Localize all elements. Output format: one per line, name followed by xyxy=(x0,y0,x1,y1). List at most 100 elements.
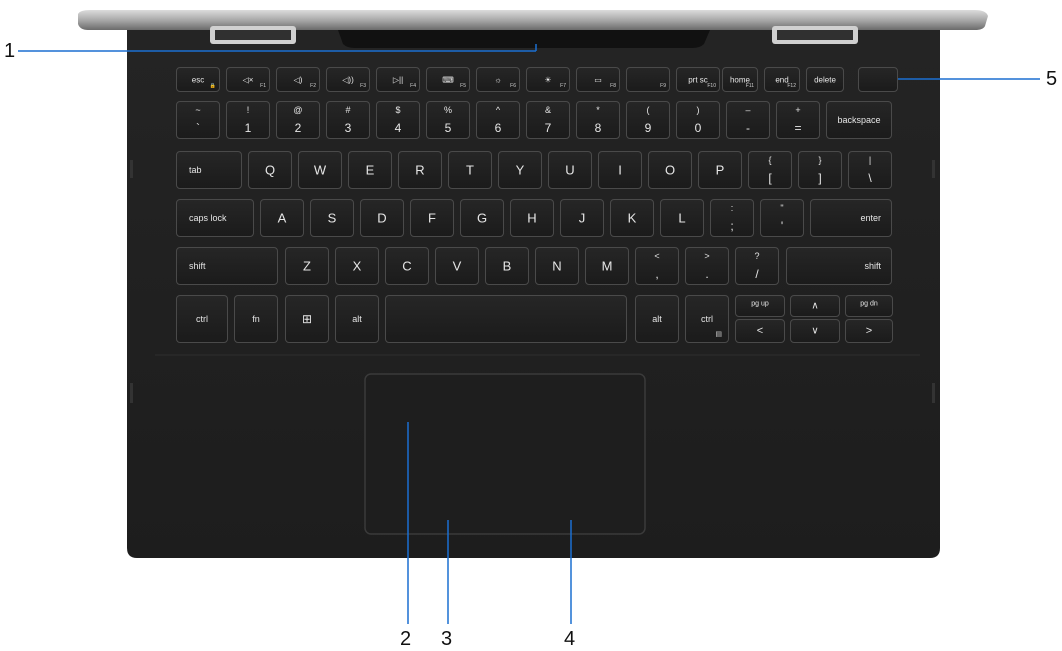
key-q[interactable]: Q xyxy=(248,151,292,189)
key-up[interactable]: ∧ xyxy=(790,295,840,317)
power-button[interactable] xyxy=(858,67,898,92)
key-j[interactable]: J xyxy=(560,199,604,237)
key-p[interactable]: P xyxy=(698,151,742,189)
key-tab[interactable]: tab xyxy=(176,151,242,189)
key-rctrl-label: ctrl xyxy=(701,314,713,324)
key-end[interactable]: end F12 xyxy=(764,67,800,92)
key-rbracket[interactable]: }] xyxy=(798,151,842,189)
key-o[interactable]: O xyxy=(648,151,692,189)
key-f[interactable]: F xyxy=(410,199,454,237)
key-enter[interactable]: enter xyxy=(810,199,892,237)
key-n[interactable]: N xyxy=(535,247,579,285)
key-tilde[interactable]: ~ ` xyxy=(176,101,220,139)
key-n0[interactable]: ) 0 xyxy=(676,101,720,139)
key-rctrl[interactable]: ctrl ▤ xyxy=(685,295,729,343)
key-b[interactable]: B xyxy=(485,247,529,285)
key-n8[interactable]: * 8 xyxy=(576,101,620,139)
key-m[interactable]: M xyxy=(585,247,629,285)
key-n2-bot: 2 xyxy=(294,121,302,135)
key-t-label: T xyxy=(466,162,474,178)
key-f7[interactable]: ☀ F7 xyxy=(526,67,570,92)
key-lbracket[interactable]: {[ xyxy=(748,151,792,189)
left-hinge-slot xyxy=(215,30,291,40)
key-e[interactable]: E xyxy=(348,151,392,189)
key-f4-label: F4 xyxy=(410,83,416,89)
key-h[interactable]: H xyxy=(510,199,554,237)
key-x[interactable]: X xyxy=(335,247,379,285)
key-r[interactable]: R xyxy=(398,151,442,189)
key-backspace[interactable]: backspace xyxy=(826,101,892,139)
key-f8[interactable]: ▭ F8 xyxy=(576,67,620,92)
key-left[interactable]: < xyxy=(735,319,785,343)
key-m-label: M xyxy=(601,258,613,274)
key-n1[interactable]: ! 1 xyxy=(226,101,270,139)
key-f4[interactable]: ▷|| F4 xyxy=(376,67,420,92)
key-delete[interactable]: delete xyxy=(806,67,844,92)
key-pgdn[interactable]: pg dn xyxy=(845,295,893,317)
key-lshift[interactable]: shift xyxy=(176,247,278,285)
key-n7[interactable]: & 7 xyxy=(526,101,570,139)
key-ralt-label: alt xyxy=(652,314,662,324)
key-v-label: V xyxy=(452,258,462,274)
key-u[interactable]: U xyxy=(548,151,592,189)
key-t[interactable]: T xyxy=(448,151,492,189)
key-f6[interactable]: ☼ F6 xyxy=(476,67,520,92)
key-rshift[interactable]: shift xyxy=(786,247,892,285)
key-k[interactable]: K xyxy=(610,199,654,237)
key-period[interactable]: >. xyxy=(685,247,729,285)
key-n6[interactable]: ^ 6 xyxy=(476,101,520,139)
key-fn[interactable]: fn xyxy=(234,295,278,343)
right-hinge-slot xyxy=(777,30,853,40)
context-menu-icon: ▤ xyxy=(715,331,722,338)
key-right[interactable]: > xyxy=(845,319,893,343)
key-c[interactable]: C xyxy=(385,247,429,285)
key-minus[interactable]: – - xyxy=(726,101,770,139)
key-g[interactable]: G xyxy=(460,199,504,237)
key-s[interactable]: S xyxy=(310,199,354,237)
key-n4-bot: 4 xyxy=(394,121,402,135)
key-n6-top: ^ xyxy=(495,105,501,115)
key-n9[interactable]: (9 xyxy=(626,101,670,139)
key-down[interactable]: ∨ xyxy=(790,319,840,343)
key-f9[interactable]: F9 xyxy=(626,67,670,92)
key-v[interactable]: V xyxy=(435,247,479,285)
key-l[interactable]: L xyxy=(660,199,704,237)
key-prtsc[interactable]: prt sc F10 xyxy=(676,67,720,92)
key-slash[interactable]: ? / xyxy=(735,247,779,285)
callout-1: 1 xyxy=(4,40,16,62)
key-i[interactable]: I xyxy=(598,151,642,189)
key-f3[interactable]: ◁)) F3 xyxy=(326,67,370,92)
key-d[interactable]: D xyxy=(360,199,404,237)
key-eq[interactable]: + = xyxy=(776,101,820,139)
key-f-label: F xyxy=(428,210,436,226)
key-n4-top: $ xyxy=(395,105,401,115)
key-a[interactable]: A xyxy=(260,199,304,237)
key-f5[interactable]: ⌨ F5 xyxy=(426,67,470,92)
key-lalt[interactable]: alt xyxy=(335,295,379,343)
key-f1[interactable]: ◁× F1 xyxy=(226,67,270,92)
key-space[interactable] xyxy=(385,295,627,343)
key-i-label: I xyxy=(618,162,622,178)
key-comma[interactable]: <, xyxy=(635,247,679,285)
key-z[interactable]: Z xyxy=(285,247,329,285)
key-backslash[interactable]: | \ xyxy=(848,151,892,189)
key-esc[interactable]: esc 🔒 xyxy=(176,67,220,92)
key-fn-label: fn xyxy=(252,314,260,324)
key-n3[interactable]: #3 xyxy=(326,101,370,139)
key-x-label: X xyxy=(352,258,362,274)
key-lctrl[interactable]: ctrl xyxy=(176,295,228,343)
key-f2[interactable]: ◁) F2 xyxy=(276,67,320,92)
key-pgup[interactable]: pg up xyxy=(735,295,785,317)
key-w[interactable]: W xyxy=(298,151,342,189)
key-semicolon[interactable]: :; xyxy=(710,199,754,237)
key-y[interactable]: Y xyxy=(498,151,542,189)
key-capslock[interactable]: caps lock xyxy=(176,199,254,237)
key-home[interactable]: home F11 xyxy=(722,67,758,92)
key-n4[interactable]: $4 xyxy=(376,101,420,139)
key-ralt[interactable]: alt xyxy=(635,295,679,343)
key-windows[interactable]: ⊞ xyxy=(285,295,329,343)
key-f7-label: F7 xyxy=(560,83,566,89)
key-n5[interactable]: % 5 xyxy=(426,101,470,139)
key-n2[interactable]: @2 xyxy=(276,101,320,139)
key-quote[interactable]: " ' xyxy=(760,199,804,237)
